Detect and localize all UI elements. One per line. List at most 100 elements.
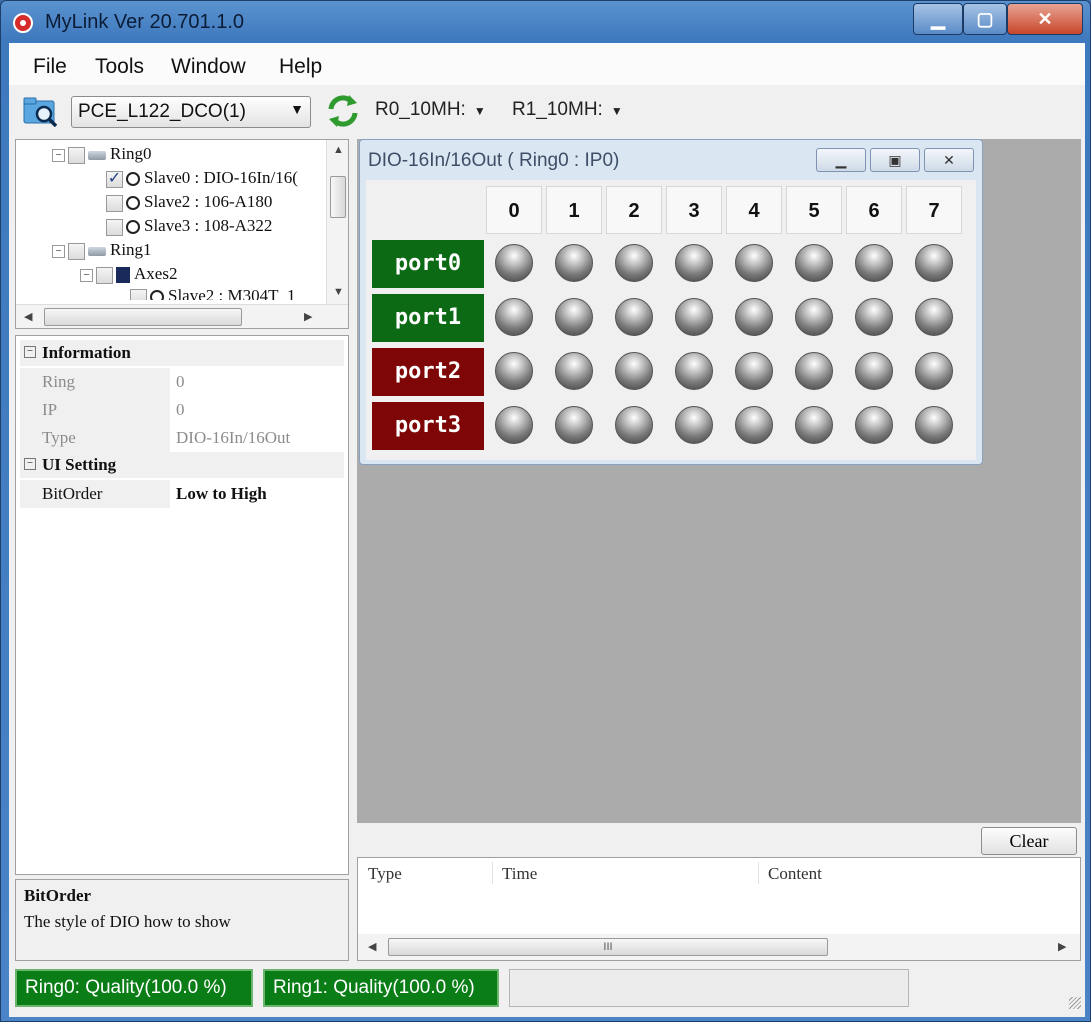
tree-checkbox[interactable] <box>106 218 123 236</box>
category-information[interactable]: − Information <box>20 340 344 366</box>
menu-bar: File Tools Window Help <box>9 43 1085 85</box>
led-indicator[interactable] <box>615 244 653 282</box>
refresh-icon[interactable] <box>325 93 361 129</box>
port-label[interactable]: port1 <box>372 294 484 342</box>
led-indicator[interactable] <box>675 352 713 390</box>
led-indicator[interactable] <box>495 298 533 336</box>
tree-node-ring1[interactable]: − Ring1 <box>52 240 152 264</box>
scroll-left-icon[interactable]: ◀ <box>368 940 376 953</box>
column-header-time[interactable]: Time <box>502 864 537 884</box>
minimize-button[interactable]: ▁ <box>913 3 963 35</box>
tree-checkbox[interactable] <box>68 242 85 260</box>
tree-node-axes2[interactable]: − Axes2 <box>80 264 177 288</box>
led-indicator[interactable] <box>795 352 833 390</box>
led-indicator[interactable] <box>855 352 893 390</box>
log-horizontal-scrollbar[interactable]: ◀ III ▶ <box>358 934 1080 960</box>
category-ui-setting[interactable]: − UI Setting <box>20 452 344 478</box>
collapse-icon[interactable]: − <box>52 244 65 258</box>
led-indicator[interactable] <box>915 244 953 282</box>
close-button[interactable]: ✕ <box>1007 3 1083 35</box>
resize-grip-icon[interactable] <box>1069 997 1081 1009</box>
led-indicator[interactable] <box>555 352 593 390</box>
title-bar[interactable]: MyLink Ver 20.701.1.0 ▁ ▢ ✕ <box>1 1 1090 43</box>
menu-tools[interactable]: Tools <box>95 55 144 79</box>
menu-file[interactable]: File <box>33 55 67 79</box>
child-window-title: DIO-16In/16Out ( Ring0 : IP0) <box>368 150 620 171</box>
led-indicator[interactable] <box>795 406 833 444</box>
led-indicator[interactable] <box>675 406 713 444</box>
led-indicator[interactable] <box>615 406 653 444</box>
scroll-right-icon[interactable]: ▶ <box>304 310 312 323</box>
led-indicator[interactable] <box>675 298 713 336</box>
led-indicator[interactable] <box>495 244 533 282</box>
scrollbar-thumb[interactable]: III <box>388 938 828 956</box>
tree-horizontal-scrollbar[interactable]: ◀ ▶ <box>16 304 348 328</box>
tree-vertical-scrollbar[interactable]: ▲ ▼ <box>326 140 348 304</box>
led-indicator[interactable] <box>795 244 833 282</box>
scroll-up-icon[interactable]: ▲ <box>333 144 344 156</box>
clear-button[interactable]: Clear <box>981 827 1077 855</box>
led-indicator[interactable] <box>795 298 833 336</box>
scroll-left-icon[interactable]: ◀ <box>24 310 32 323</box>
tree-node-slave2-axes[interactable]: Slave2 : M304T_1 <box>130 286 296 300</box>
tree-node-slave2[interactable]: Slave2 : 106-A180 <box>106 192 272 216</box>
column-header-type[interactable]: Type <box>368 864 402 884</box>
tree-checkbox[interactable] <box>130 288 147 300</box>
log-panel: Clear Type Time Content ◀ III ▶ <box>357 825 1081 961</box>
child-restore-button[interactable]: ▣ <box>870 148 920 172</box>
ring1-speed-select[interactable]: R1_10MH: ▼ <box>512 99 623 121</box>
tree-node-ring0[interactable]: − Ring0 <box>52 144 152 168</box>
menu-help[interactable]: Help <box>279 55 322 79</box>
led-indicator[interactable] <box>555 298 593 336</box>
tree-node-slave0[interactable]: ✓ Slave0 : DIO-16In/16( <box>106 168 298 192</box>
slave-icon <box>126 172 140 187</box>
scrollbar-thumb[interactable] <box>330 176 346 218</box>
led-indicator[interactable] <box>915 298 953 336</box>
child-close-button[interactable]: ✕ <box>924 148 974 172</box>
maximize-button[interactable]: ▢ <box>963 3 1007 35</box>
tree-checkbox[interactable] <box>96 266 113 284</box>
tree-checkbox-checked[interactable]: ✓ <box>106 170 123 188</box>
port-label[interactable]: port3 <box>372 402 484 450</box>
axes-icon <box>116 267 130 284</box>
column-header-content[interactable]: Content <box>768 864 822 884</box>
led-indicator[interactable] <box>555 406 593 444</box>
led-indicator[interactable] <box>495 406 533 444</box>
led-indicator[interactable] <box>855 406 893 444</box>
led-indicator[interactable] <box>855 244 893 282</box>
scroll-down-icon[interactable]: ▼ <box>333 286 344 298</box>
column-divider <box>758 862 759 884</box>
tree-checkbox[interactable] <box>68 146 85 164</box>
folder-search-icon[interactable] <box>23 95 59 127</box>
led-indicator[interactable] <box>915 352 953 390</box>
led-indicator[interactable] <box>675 244 713 282</box>
collapse-icon[interactable]: − <box>80 268 93 282</box>
tree-node-slave3[interactable]: Slave3 : 108-A322 <box>106 216 272 240</box>
collapse-icon[interactable]: − <box>52 148 65 162</box>
tree-label: Slave0 : DIO-16In/16( <box>144 168 298 187</box>
collapse-icon[interactable]: − <box>24 346 36 358</box>
led-indicator[interactable] <box>735 406 773 444</box>
property-value[interactable]: Low to High <box>176 484 267 504</box>
property-bitorder[interactable]: BitOrder Low to High <box>20 480 344 508</box>
ring0-speed-select[interactable]: R0_10MH: ▼ <box>375 99 486 121</box>
tree-checkbox[interactable] <box>106 194 123 212</box>
led-indicator[interactable] <box>615 352 653 390</box>
collapse-icon[interactable]: − <box>24 458 36 470</box>
led-indicator[interactable] <box>735 298 773 336</box>
led-indicator[interactable] <box>735 244 773 282</box>
led-indicator[interactable] <box>855 298 893 336</box>
scroll-right-icon[interactable]: ▶ <box>1058 940 1066 953</box>
led-indicator[interactable] <box>735 352 773 390</box>
scrollbar-thumb[interactable] <box>44 308 242 326</box>
menu-window[interactable]: Window <box>171 55 246 79</box>
led-indicator[interactable] <box>915 406 953 444</box>
device-select[interactable]: PCE_L122_DCO(1) ▼ <box>71 96 311 128</box>
tree-label: Slave2 : M304T_1 <box>168 286 296 300</box>
port-label[interactable]: port0 <box>372 240 484 288</box>
led-indicator[interactable] <box>495 352 533 390</box>
led-indicator[interactable] <box>555 244 593 282</box>
led-indicator[interactable] <box>615 298 653 336</box>
child-minimize-button[interactable]: ▁ <box>816 148 866 172</box>
port-label[interactable]: port2 <box>372 348 484 396</box>
